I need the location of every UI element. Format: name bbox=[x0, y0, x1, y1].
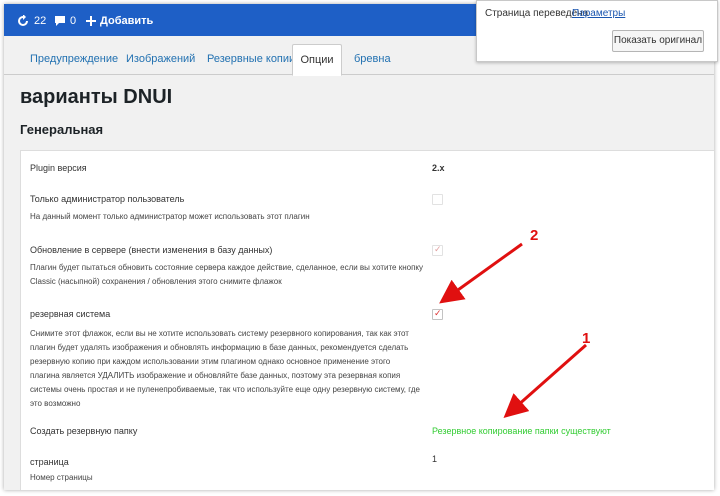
plugin-version-label: Plugin версия bbox=[30, 163, 87, 173]
admin-only-desc: На данный момент только администратор мо… bbox=[30, 212, 310, 221]
server-update-desc-1: Плагин будет пытаться обновить состояние… bbox=[30, 263, 424, 272]
checkmark-icon: ✓ bbox=[434, 308, 442, 318]
updates-item[interactable]: 22 bbox=[16, 15, 46, 27]
backup-system-label: резервная система bbox=[30, 309, 111, 319]
tab-images[interactable]: Изображений bbox=[126, 44, 195, 74]
plus-icon bbox=[86, 16, 96, 26]
backup-system-desc-2: плагин будет удалять изображения и обнов… bbox=[30, 343, 409, 352]
show-original-button[interactable]: Показать оригинал bbox=[612, 30, 704, 52]
checkmark-icon: ✓ bbox=[434, 244, 442, 254]
create-backup-folder-label: Создать резервную папку bbox=[30, 426, 138, 436]
backup-system-desc-4: плагина является УДАЛИТЬ изображение и о… bbox=[30, 371, 401, 380]
screenshot-frame: 22 0 Добавить Предупреждение Изображений… bbox=[4, 4, 714, 490]
backup-system-desc-1: Снимите этот флажок, если вы не хотите и… bbox=[30, 329, 409, 338]
translate-params-link[interactable]: Параметры bbox=[572, 8, 625, 19]
backup-system-desc-5: системы очень простая и не пуленепробива… bbox=[30, 385, 420, 394]
page-label: страница bbox=[30, 457, 69, 467]
comments-count: 0 bbox=[70, 15, 77, 27]
server-update-label: Обновление в сервере (внести изменения в… bbox=[30, 245, 273, 255]
tab-backups[interactable]: Резервные копии bbox=[207, 44, 295, 74]
server-update-checkbox[interactable]: ✓ bbox=[432, 244, 443, 256]
add-new-label: Добавить bbox=[100, 15, 154, 27]
settings-panel: Plugin версия 2.x Только администратор п… bbox=[20, 150, 714, 490]
page-title: варианты DNUI bbox=[20, 86, 173, 108]
backup-system-desc-3: резервную копию при каждом использовании… bbox=[30, 357, 391, 366]
tab-warning[interactable]: Предупреждение bbox=[30, 44, 118, 74]
translate-popup: Страница переведена Параметры Показать о… bbox=[476, 0, 718, 62]
admin-only-checkbox[interactable] bbox=[432, 194, 443, 205]
page-number-label: Номер страницы bbox=[30, 473, 93, 482]
updates-count: 22 bbox=[34, 15, 47, 27]
server-update-desc-2: Classic (насыпной) сохранения / обновлен… bbox=[30, 277, 282, 286]
backup-folder-status: Резервное копирование папки существуют bbox=[432, 426, 611, 436]
comments-item[interactable]: 0 bbox=[54, 15, 76, 27]
section-title: Генеральная bbox=[20, 122, 104, 137]
backup-system-checkbox[interactable]: ✓ bbox=[432, 308, 443, 320]
plugin-version-value: 2.x bbox=[432, 163, 445, 173]
backup-system-desc-6: это возможно bbox=[30, 399, 81, 408]
page-value[interactable]: 1 bbox=[432, 454, 437, 464]
comment-icon bbox=[54, 15, 66, 27]
admin-only-label: Только администратор пользователь bbox=[30, 194, 185, 204]
add-new-item[interactable]: Добавить bbox=[86, 15, 153, 27]
tab-logs[interactable]: бревна bbox=[354, 44, 391, 74]
tab-options[interactable]: Опции bbox=[292, 44, 342, 76]
refresh-icon bbox=[16, 15, 30, 27]
